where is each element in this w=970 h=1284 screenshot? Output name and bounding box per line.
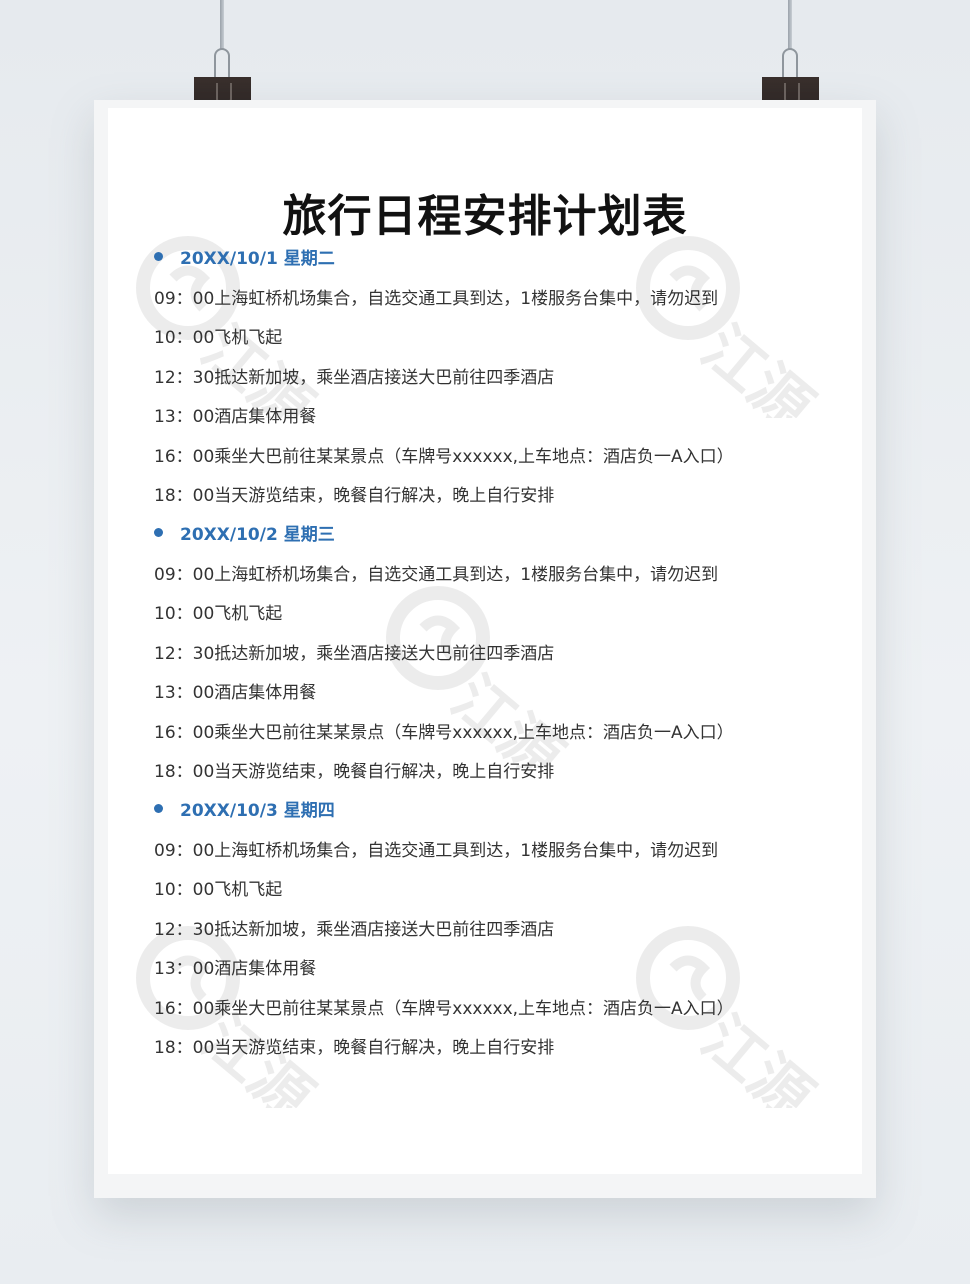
bullet-dot-icon [154, 803, 163, 813]
schedule-item: 13：00酒店集体用餐 [154, 407, 317, 427]
schedule-item: 16：00乘坐大巴前往某某景点（车牌号xxxxxx,上车地点：酒店负一A入口） [154, 447, 734, 467]
day-header-label: 20XX/10/3 星期四 [180, 800, 335, 821]
right-hanging-wire [788, 0, 792, 50]
left-hanging-wire [220, 0, 224, 50]
right-clip-wire [782, 48, 798, 78]
day-header: 20XX/10/1 星期二 [154, 244, 335, 269]
bullet-dot-icon [154, 527, 163, 537]
day-header: 20XX/10/2 星期三 [154, 520, 335, 545]
schedule-item: 16：00乘坐大巴前往某某景点（车牌号xxxxxx,上车地点：酒店负一A入口） [154, 999, 734, 1019]
bullet-dot-icon [154, 251, 163, 261]
schedule-item: 09：00上海虹桥机场集合，自选交通工具到达，1楼服务台集中，请勿迟到 [154, 565, 719, 585]
schedule-item: 09：00上海虹桥机场集合，自选交通工具到达，1楼服务台集中，请勿迟到 [154, 289, 719, 309]
left-clip-wire [214, 48, 230, 78]
schedule-sheet: 江源 江源 江源 江源 江源 旅行日程安排计划表 20XX/10/1 星期二 0… [108, 108, 862, 1174]
schedule-item: 12：30抵达新加坡，乘坐酒店接送大巴前往四季酒店 [154, 368, 555, 388]
schedule-item: 13：00酒店集体用餐 [154, 683, 317, 703]
watermark-logo: 江源 [636, 236, 825, 418]
svg-text:江源: 江源 [438, 663, 575, 768]
schedule-item: 10：00飞机飞起 [154, 328, 283, 348]
schedule-item: 12：30抵达新加坡，乘坐酒店接送大巴前往四季酒店 [154, 644, 555, 664]
schedule-item: 09：00上海虹桥机场集合，自选交通工具到达，1楼服务台集中，请勿迟到 [154, 841, 719, 861]
day-header-label: 20XX/10/1 星期二 [180, 248, 335, 269]
schedule-item: 10：00飞机飞起 [154, 604, 283, 624]
schedule-item: 12：30抵达新加坡，乘坐酒店接送大巴前往四季酒店 [154, 920, 555, 940]
schedule-item: 18：00当天游览结束，晚餐自行解决，晚上自行安排 [154, 1038, 555, 1058]
schedule-item: 18：00当天游览结束，晚餐自行解决，晚上自行安排 [154, 486, 555, 506]
schedule-item: 13：00酒店集体用餐 [154, 959, 317, 979]
page-title: 旅行日程安排计划表 [282, 191, 688, 242]
schedule-item: 10：00飞机飞起 [154, 880, 283, 900]
schedule-item: 16：00乘坐大巴前往某某景点（车牌号xxxxxx,上车地点：酒店负一A入口） [154, 723, 734, 743]
day-header-label: 20XX/10/2 星期三 [180, 524, 335, 545]
schedule-item: 18：00当天游览结束，晚餐自行解决，晚上自行安排 [154, 762, 555, 782]
day-header: 20XX/10/3 星期四 [154, 796, 335, 821]
svg-text:江源: 江源 [688, 313, 825, 418]
